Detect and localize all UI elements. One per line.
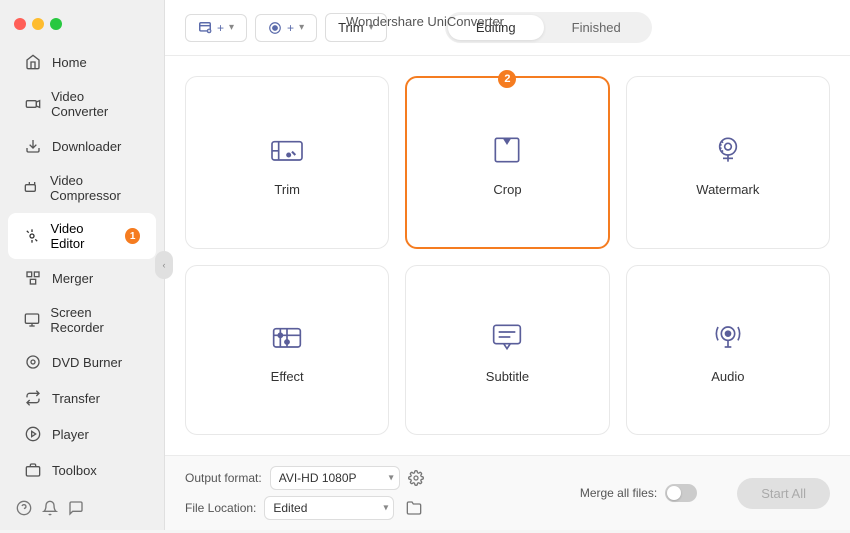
crop-tool-icon	[485, 128, 529, 172]
subtitle-tool-icon	[485, 315, 529, 359]
sidebar-item-merger[interactable]: Merger	[8, 261, 156, 295]
feedback-icon[interactable]	[68, 500, 84, 521]
output-format-label: Output format:	[185, 471, 262, 485]
tool-grid: Trim 2 Crop	[185, 76, 830, 435]
add-file-label: +	[217, 21, 224, 35]
sidebar-item-screen-recorder-label: Screen Recorder	[50, 305, 140, 335]
sidebar-item-player[interactable]: Player	[8, 417, 156, 451]
subtitle-tool-card[interactable]: Subtitle	[405, 265, 609, 436]
toolbox-icon	[24, 461, 42, 479]
watermark-tool-card[interactable]: Watermark	[626, 76, 830, 249]
effect-tool-card[interactable]: Effect	[185, 265, 389, 436]
crop-tool-label: Crop	[493, 182, 521, 197]
file-location-label: File Location:	[185, 501, 256, 515]
sidebar-item-video-compressor[interactable]: Video Compressor	[8, 165, 156, 211]
sidebar-item-transfer-label: Transfer	[52, 391, 100, 406]
sidebar-item-video-editor-label: Video Editor	[51, 221, 116, 251]
watermark-tool-label: Watermark	[696, 182, 759, 197]
trim-chevron: ▾	[369, 22, 374, 33]
effect-tool-label: Effect	[271, 369, 304, 384]
record-chevron: ▾	[299, 22, 304, 33]
record-button[interactable]: + ▾	[255, 14, 317, 42]
video-converter-icon	[24, 95, 41, 113]
player-icon	[24, 425, 42, 443]
footer-fields: Output format: AVI-HD 1080P File Locatio…	[185, 466, 426, 520]
start-all-button[interactable]: Start All	[737, 478, 830, 509]
trim-label: Trim	[338, 20, 364, 35]
output-format-field: Output format: AVI-HD 1080P	[185, 466, 426, 490]
sidebar-item-video-converter-label: Video Converter	[51, 89, 140, 119]
video-editor-badge: 1	[125, 228, 140, 244]
sidebar-item-screen-recorder[interactable]: Screen Recorder	[8, 297, 156, 343]
content-area: Trim 2 Crop	[165, 56, 850, 455]
file-location-field: File Location: Edited	[185, 496, 426, 520]
dvd-burner-icon	[24, 353, 42, 371]
trim-tool-label: Trim	[274, 182, 300, 197]
sidebar-bottom	[0, 488, 164, 533]
watermark-tool-icon	[706, 128, 750, 172]
effect-tool-icon	[265, 315, 309, 359]
add-file-button[interactable]: + ▾	[185, 14, 247, 42]
audio-tool-label: Audio	[711, 369, 744, 384]
merge-files-toggle-group: Merge all files:	[580, 484, 697, 502]
sidebar-item-home[interactable]: Home	[8, 45, 156, 79]
tab-finished[interactable]: Finished	[544, 15, 649, 40]
minimize-button[interactable]	[32, 18, 44, 30]
alert-icon[interactable]	[42, 500, 58, 521]
video-compressor-icon	[24, 179, 40, 197]
video-editor-icon	[24, 227, 41, 245]
home-icon	[24, 53, 42, 71]
footer: Output format: AVI-HD 1080P File Locatio…	[165, 455, 850, 530]
audio-tool-icon	[706, 315, 750, 359]
file-location-select-wrapper: Edited	[264, 496, 394, 520]
sidebar-item-player-label: Player	[52, 427, 89, 442]
sidebar-item-toolbox-label: Toolbox	[52, 463, 97, 478]
trim-tool-card[interactable]: Trim	[185, 76, 389, 249]
transfer-icon	[24, 389, 42, 407]
sidebar-item-dvd-burner-label: DVD Burner	[52, 355, 122, 370]
sidebar-item-video-converter[interactable]: Video Converter	[8, 81, 156, 127]
topbar-left: + ▾ + ▾ Trim ▾	[185, 13, 387, 42]
sidebar-item-toolbox[interactable]: Toolbox	[8, 453, 156, 487]
sidebar-item-dvd-burner[interactable]: DVD Burner	[8, 345, 156, 379]
trim-tool-icon	[265, 128, 309, 172]
file-location-folder-icon[interactable]	[402, 496, 426, 520]
help-icon[interactable]	[16, 500, 32, 521]
sidebar-item-merger-label: Merger	[52, 271, 93, 286]
sidebar-item-downloader-label: Downloader	[52, 139, 121, 154]
sidebar-item-video-compressor-label: Video Compressor	[50, 173, 140, 203]
add-file-chevron: ▾	[229, 22, 234, 33]
trim-dropdown-button[interactable]: Trim ▾	[325, 13, 387, 42]
sidebar-item-home-label: Home	[52, 55, 87, 70]
traffic-lights	[0, 10, 164, 44]
merge-files-label: Merge all files:	[580, 486, 657, 500]
maximize-button[interactable]	[50, 18, 62, 30]
file-location-select[interactable]: Edited	[264, 496, 394, 520]
audio-tool-card[interactable]: Audio	[626, 265, 830, 436]
sidebar-item-downloader[interactable]: Downloader	[8, 129, 156, 163]
close-button[interactable]	[14, 18, 26, 30]
collapse-handle[interactable]: ‹	[155, 251, 173, 279]
output-format-settings-icon[interactable]	[408, 470, 424, 486]
topbar: + ▾ + ▾ Trim ▾ Editing Finished	[165, 0, 850, 56]
crop-tool-card[interactable]: 2 Crop	[405, 76, 609, 249]
subtitle-tool-label: Subtitle	[486, 369, 529, 384]
main-content: + ▾ + ▾ Trim ▾ Editing Finished ‹	[165, 0, 850, 530]
downloader-icon	[24, 137, 42, 155]
screen-recorder-icon	[24, 311, 40, 329]
crop-tool-badge: 2	[498, 70, 516, 88]
output-format-select-wrapper: AVI-HD 1080P	[270, 466, 400, 490]
tab-editing[interactable]: Editing	[448, 15, 544, 40]
sidebar-item-video-editor[interactable]: Video Editor 1	[8, 213, 156, 259]
sidebar: Home Video Converter Downloader Video Co…	[0, 0, 165, 530]
tab-group: Editing Finished	[445, 12, 652, 43]
output-format-select[interactable]: AVI-HD 1080P	[270, 466, 400, 490]
record-label: +	[287, 21, 294, 35]
sidebar-item-transfer[interactable]: Transfer	[8, 381, 156, 415]
merger-icon	[24, 269, 42, 287]
merge-files-toggle[interactable]	[665, 484, 697, 502]
